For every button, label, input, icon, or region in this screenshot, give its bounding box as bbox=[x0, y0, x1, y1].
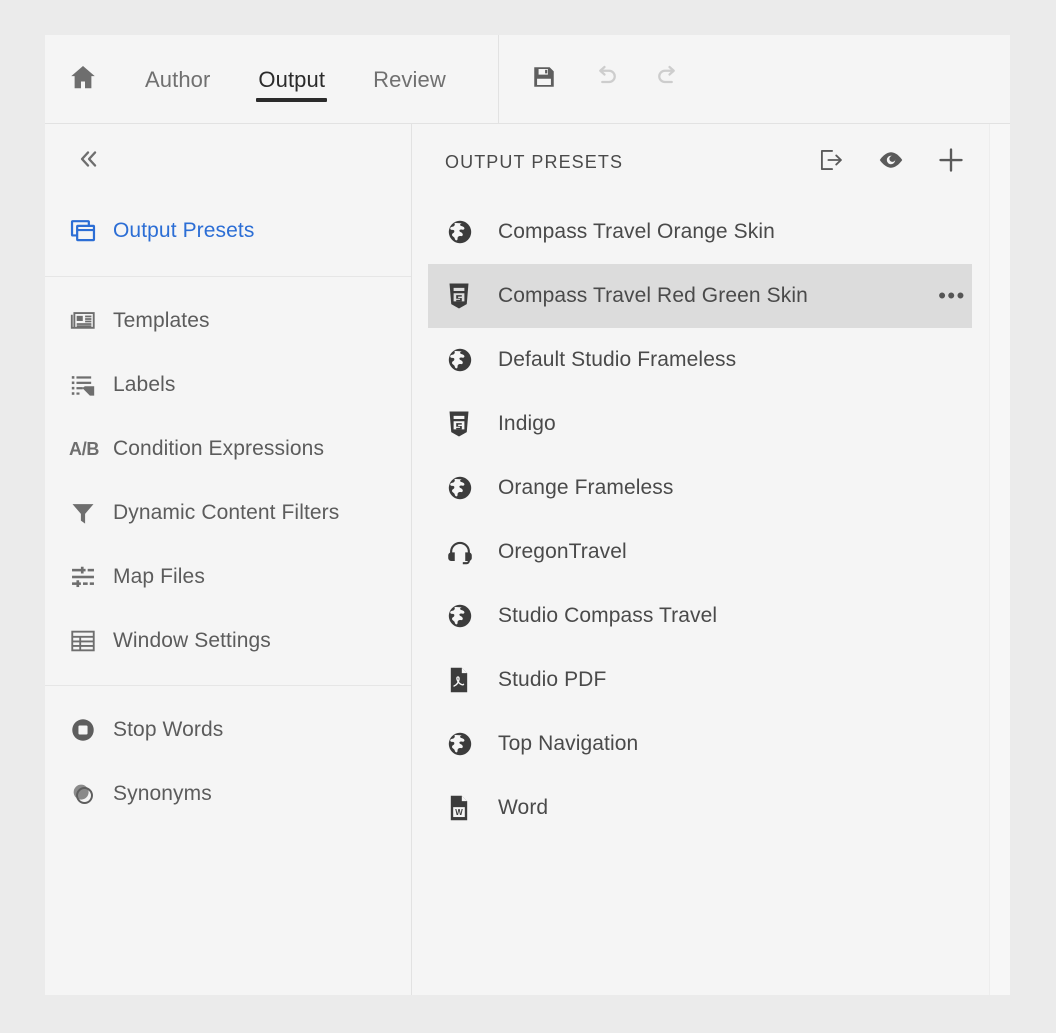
tab-review-label: Review bbox=[373, 66, 446, 92]
plus-icon bbox=[936, 145, 966, 180]
redo-arrow-icon bbox=[653, 62, 683, 97]
preset-row-compass-travel-red-green-skin[interactable]: Compass Travel Red Green Skin ••• bbox=[428, 264, 972, 328]
sidebar-item-label: Condition Expressions bbox=[113, 437, 325, 460]
funnel-icon bbox=[69, 499, 113, 527]
preset-row-orange-frameless[interactable]: Orange Frameless ••• bbox=[428, 456, 972, 520]
application-window: Author Output Review Output Presets Temp… bbox=[45, 35, 1010, 995]
globe-icon bbox=[446, 218, 498, 246]
preset-label: Orange Frameless bbox=[498, 476, 674, 499]
preview-button[interactable] bbox=[876, 147, 906, 177]
tab-author[interactable]: Author bbox=[121, 35, 234, 124]
preset-row-word[interactable]: W Word ••• bbox=[428, 776, 972, 840]
output-presets-panel: OUTPUT PRESETS Compass Travel Orange Ski… bbox=[412, 124, 1010, 995]
globe-icon bbox=[446, 602, 498, 630]
sidebar-group-search: Stop Words Synonyms bbox=[45, 685, 411, 826]
windows-stack-icon bbox=[69, 217, 113, 245]
list-tag-icon bbox=[69, 371, 113, 399]
double-chevron-left-icon bbox=[75, 146, 101, 177]
publish-button[interactable] bbox=[816, 147, 846, 177]
sidebar-group-content: Templates Labels A/B Condition Expressio… bbox=[45, 276, 411, 685]
preset-label: OregonTravel bbox=[498, 540, 627, 563]
page-title: OUTPUT PRESETS bbox=[445, 151, 624, 172]
sidebar-item-label: Dynamic Content Filters bbox=[113, 501, 340, 524]
top-toolbar: Author Output Review bbox=[45, 35, 1010, 124]
sidebar-item-label: Labels bbox=[113, 373, 176, 396]
preset-label: Studio PDF bbox=[498, 668, 607, 691]
ab-text-icon: A/B bbox=[69, 439, 113, 460]
sidebar-item-label: Templates bbox=[113, 309, 210, 332]
sidebar-item-label: Window Settings bbox=[113, 629, 271, 652]
panel-header: OUTPUT PRESETS bbox=[412, 124, 1010, 200]
home-button[interactable] bbox=[45, 35, 121, 124]
eye-icon bbox=[877, 146, 905, 179]
sidebar-group-primary: Output Presets bbox=[45, 199, 411, 276]
floppy-disk-icon bbox=[531, 64, 557, 95]
home-icon bbox=[68, 62, 98, 97]
tab-output[interactable]: Output bbox=[234, 35, 349, 124]
preset-label: Compass Travel Red Green Skin bbox=[498, 284, 808, 307]
sidebar-item-output-presets[interactable]: Output Presets bbox=[45, 199, 411, 263]
body-area: Output Presets Templates Labels A/B Cond… bbox=[45, 124, 1010, 995]
tab-output-label: Output bbox=[258, 66, 326, 92]
sidebar-item-window-settings[interactable]: Window Settings bbox=[45, 609, 411, 673]
tab-review[interactable]: Review bbox=[349, 35, 470, 124]
preset-row-indigo[interactable]: Indigo ••• bbox=[428, 392, 972, 456]
save-button[interactable] bbox=[527, 63, 561, 97]
headset-icon bbox=[446, 538, 498, 566]
globe-icon bbox=[446, 730, 498, 758]
preset-label: Default Studio Frameless bbox=[498, 348, 737, 371]
preset-label: Top Navigation bbox=[498, 732, 639, 755]
sidebar-item-synonyms[interactable]: Synonyms bbox=[45, 762, 411, 826]
preset-row-compass-travel-orange-skin[interactable]: Compass Travel Orange Skin ••• bbox=[428, 200, 972, 264]
sidebar-item-condition-expressions[interactable]: A/B Condition Expressions bbox=[45, 417, 411, 481]
ab-glyph: A/B bbox=[69, 438, 100, 459]
preset-row-studio-pdf[interactable]: Studio PDF ••• bbox=[428, 648, 972, 712]
sidebar: Output Presets Templates Labels A/B Cond… bbox=[45, 124, 412, 995]
html5-icon bbox=[446, 282, 498, 310]
pdf-icon bbox=[446, 666, 498, 694]
sidebar-item-label: Synonyms bbox=[113, 782, 212, 805]
redo-button[interactable] bbox=[651, 63, 685, 97]
overlapping-circles-icon bbox=[69, 780, 113, 808]
preset-row-default-studio-frameless[interactable]: Default Studio Frameless ••• bbox=[428, 328, 972, 392]
sliders-icon bbox=[69, 563, 113, 591]
collapse-sidebar-button[interactable] bbox=[69, 145, 107, 179]
sidebar-item-label: Stop Words bbox=[113, 718, 224, 741]
add-preset-button[interactable] bbox=[936, 147, 966, 177]
toolbar-divider bbox=[497, 35, 499, 124]
sidebar-item-label: Output Presets bbox=[113, 219, 255, 242]
preset-label: Word bbox=[498, 796, 549, 819]
sidebar-item-templates[interactable]: Templates bbox=[45, 289, 411, 353]
sidebar-item-map-files[interactable]: Map Files bbox=[45, 545, 411, 609]
nav-tabs: Author Output Review bbox=[121, 35, 470, 124]
preset-label: Compass Travel Orange Skin bbox=[498, 220, 775, 243]
undo-button[interactable] bbox=[589, 63, 623, 97]
vertical-scrollbar[interactable] bbox=[989, 124, 1010, 995]
preset-more-button[interactable]: ••• bbox=[938, 285, 972, 307]
sidebar-item-label: Map Files bbox=[113, 565, 205, 588]
newspaper-icon bbox=[69, 307, 113, 335]
svg-text:W: W bbox=[455, 808, 463, 817]
sidebar-item-labels[interactable]: Labels bbox=[45, 353, 411, 417]
stop-circle-icon bbox=[69, 716, 113, 744]
sidebar-item-dynamic-content-filters[interactable]: Dynamic Content Filters bbox=[45, 481, 411, 545]
preset-row-oregontravel[interactable]: OregonTravel ••• bbox=[428, 520, 972, 584]
globe-icon bbox=[446, 474, 498, 502]
sidebar-item-stop-words[interactable]: Stop Words bbox=[45, 698, 411, 762]
sidebar-collapse-row bbox=[45, 124, 411, 199]
toolbar-actions bbox=[517, 63, 685, 97]
tab-author-label: Author bbox=[145, 66, 211, 92]
html5-icon bbox=[446, 410, 498, 438]
preset-row-studio-compass-travel[interactable]: Studio Compass Travel ••• bbox=[428, 584, 972, 648]
word-icon: W bbox=[446, 794, 498, 822]
preset-label: Studio Compass Travel bbox=[498, 604, 718, 627]
preset-row-top-navigation[interactable]: Top Navigation ••• bbox=[428, 712, 972, 776]
panel-header-actions bbox=[816, 147, 966, 177]
preset-list: Compass Travel Orange Skin ••• Compass T… bbox=[412, 200, 1010, 995]
table-grid-icon bbox=[69, 627, 113, 655]
export-arrow-icon bbox=[818, 147, 844, 178]
undo-arrow-icon bbox=[591, 62, 621, 97]
globe-icon bbox=[446, 346, 498, 374]
preset-label: Indigo bbox=[498, 412, 556, 435]
